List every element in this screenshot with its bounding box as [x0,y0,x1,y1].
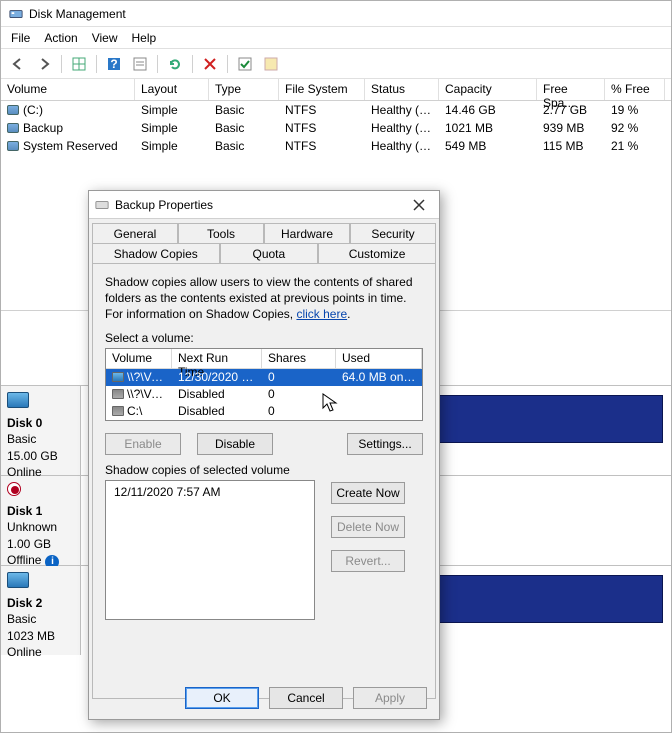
col-fs[interactable]: File System [279,79,365,100]
tool-table-icon[interactable] [68,53,90,75]
vcol-shares[interactable]: Shares [262,349,336,369]
titlebar: Disk Management [1,1,671,27]
check-icon[interactable] [234,53,256,75]
tab-customize[interactable]: Customize [318,243,436,263]
menu-file[interactable]: File [11,31,30,45]
volume-list[interactable]: (C:)SimpleBasicNTFSHealthy (B...14.46 GB… [1,101,671,155]
disk-header-0[interactable]: Disk 0 Basic 15.00 GB Online [1,386,81,475]
menu-view[interactable]: View [92,31,118,45]
disk-icon [7,392,29,408]
disk-header-1[interactable]: Disk 1 Unknown 1.00 GB Offlinei [1,476,81,565]
forward-icon[interactable] [33,53,55,75]
help-icon[interactable]: ? [103,53,125,75]
col-volume[interactable]: Volume [1,79,135,100]
col-pct[interactable]: % Free [605,79,665,100]
description-text: Shadow copies allow users to view the co… [105,274,423,323]
col-status[interactable]: Status [365,79,439,100]
create-now-button[interactable]: Create Now [331,482,405,504]
dialog-title: Backup Properties [115,198,213,212]
volume-select-list[interactable]: Volume Next Run Time Shares Used \\?\Vol… [105,348,423,421]
col-layout[interactable]: Layout [135,79,209,100]
tab-pane: Shadow copies allow users to view the co… [92,263,436,699]
drive-icon [7,123,19,133]
tab-shadow-copies[interactable]: Shadow Copies [92,243,220,263]
svg-text:?: ? [110,57,117,71]
disk-header-2[interactable]: Disk 2 Basic 1023 MB Online [1,566,81,655]
ok-button[interactable]: OK [185,687,259,709]
enable-button[interactable]: Enable [105,433,181,455]
col-capacity[interactable]: Capacity [439,79,537,100]
shadow-copies-list[interactable]: 12/11/2020 7:57 AM [105,480,315,620]
disk-error-icon [7,482,21,496]
apply-button[interactable]: Apply [353,687,427,709]
delete-now-button[interactable]: Delete Now [331,516,405,538]
toolbar: ? [1,49,671,79]
revert-button[interactable]: Revert... [331,550,405,572]
drive-icon [7,141,19,151]
menu-action[interactable]: Action [44,31,77,45]
settings-button[interactable]: Settings... [347,433,423,455]
vcol-volume[interactable]: Volume [106,349,172,369]
table-row[interactable]: BackupSimpleBasicNTFSHealthy (P...1021 M… [1,119,671,137]
tab-security[interactable]: Security [350,223,436,243]
drive-icon [7,105,19,115]
vcol-next[interactable]: Next Run Time [172,349,262,369]
cancel-button[interactable]: Cancel [269,687,343,709]
app-icon [9,7,23,21]
list-item[interactable]: C:\Disabled0 [106,403,422,420]
tab-quota[interactable]: Quota [220,243,319,263]
col-free[interactable]: Free Spa... [537,79,605,100]
back-icon[interactable] [7,53,29,75]
dialog-titlebar: Backup Properties [89,191,439,219]
click-here-link[interactable]: click here [296,307,347,321]
col-type[interactable]: Type [209,79,279,100]
tab-hardware[interactable]: Hardware [264,223,350,243]
drive-icon [112,372,124,382]
list-item[interactable]: \\?\Vol...12/30/2020 7...064.0 MB on ... [106,369,422,386]
properties-icon[interactable] [260,53,282,75]
drive-icon [112,389,124,399]
tab-general[interactable]: General [92,223,178,243]
volume-icon [95,199,109,211]
select-volume-label: Select a volume: [105,331,423,345]
vcol-used[interactable]: Used [336,349,422,369]
disable-button[interactable]: Disable [197,433,273,455]
drive-icon [112,406,124,416]
disk-icon [7,572,29,588]
copies-label: Shadow copies of selected volume [105,463,423,477]
menu-help[interactable]: Help [132,31,157,45]
list-item[interactable]: \\?\Vol...Disabled0 [106,386,422,403]
tool-list-icon[interactable] [129,53,151,75]
list-item[interactable]: 12/11/2020 7:57 AM [114,485,306,499]
close-button[interactable] [405,195,433,215]
table-row[interactable]: System ReservedSimpleBasicNTFSHealthy (S… [1,137,671,155]
volume-list-header: Volume Layout Type File System Status Ca… [1,79,671,101]
menubar: File Action View Help [1,27,671,49]
refresh-icon[interactable] [164,53,186,75]
tab-tools[interactable]: Tools [178,223,264,243]
window-title: Disk Management [29,7,126,21]
delete-icon[interactable] [199,53,221,75]
backup-properties-dialog: Backup Properties General Tools Hardware… [88,190,440,720]
table-row[interactable]: (C:)SimpleBasicNTFSHealthy (B...14.46 GB… [1,101,671,119]
